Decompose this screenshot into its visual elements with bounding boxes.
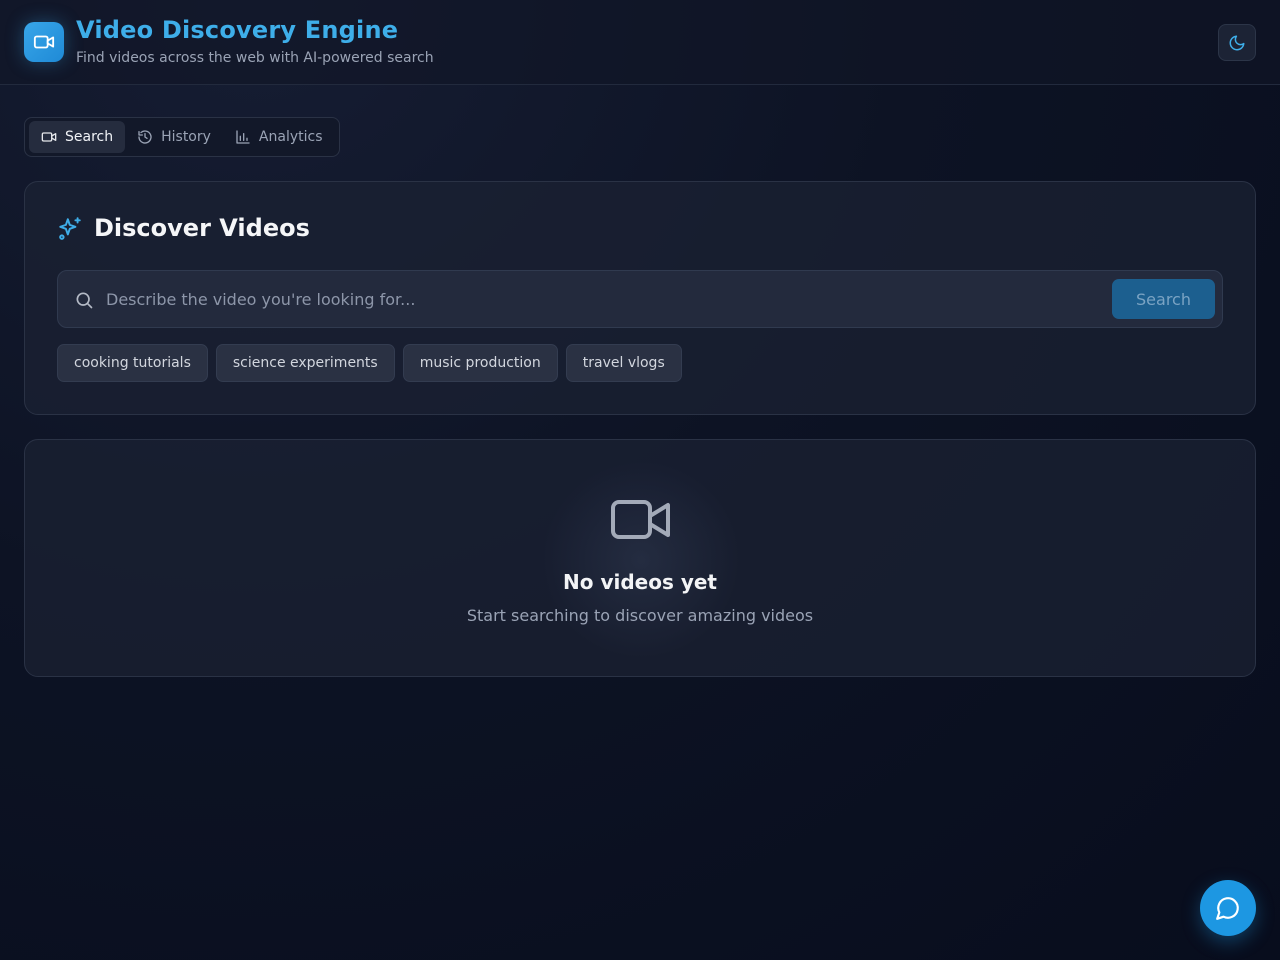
theme-toggle-button[interactable] <box>1218 24 1256 61</box>
search-box: Search <box>57 270 1223 328</box>
tab-label: History <box>161 129 211 145</box>
app-header: Video Discovery Engine Find videos acros… <box>0 0 1280 85</box>
card-title: Discover Videos <box>94 214 310 242</box>
tab-analytics[interactable]: Analytics <box>223 121 335 153</box>
video-camera-icon <box>611 500 670 539</box>
search-input[interactable] <box>106 279 1106 319</box>
chat-button[interactable] <box>1200 880 1256 936</box>
suggestion-chip[interactable]: travel vlogs <box>565 344 682 382</box>
empty-state-glow <box>541 460 741 660</box>
suggestion-chip[interactable]: science experiments <box>215 344 395 382</box>
moon-icon <box>1229 35 1245 50</box>
search-icon <box>76 292 93 309</box>
main-tabs: Search History Analytics <box>24 117 340 157</box>
suggestion-chip[interactable]: music production <box>402 344 558 382</box>
empty-state-subtitle: Start searching to discover amazing vide… <box>466 606 814 625</box>
video-camera-icon <box>24 22 64 62</box>
tab-search[interactable]: Search <box>29 121 126 153</box>
bar-chart-icon <box>236 130 250 144</box>
tab-history[interactable]: History <box>125 121 223 153</box>
discover-videos-card: Discover Videos Search cooking tutorials… <box>24 181 1256 415</box>
suggestion-chips: cooking tutorials science experiments mu… <box>57 344 682 382</box>
video-camera-icon <box>41 132 57 142</box>
chat-bubble-icon <box>1216 897 1239 920</box>
search-button[interactable]: Search <box>1112 279 1215 319</box>
empty-state-title: No videos yet <box>563 570 717 594</box>
sparkles-icon <box>59 217 81 240</box>
app-title: Video Discovery Engine <box>76 16 399 44</box>
tab-label: Analytics <box>258 129 323 145</box>
app-subtitle: Find videos across the web with AI-power… <box>76 50 434 66</box>
tab-label: Search <box>65 129 114 145</box>
results-empty-state: No videos yet Start searching to discove… <box>24 439 1256 677</box>
history-icon <box>138 130 152 144</box>
suggestion-chip[interactable]: cooking tutorials <box>57 344 208 382</box>
